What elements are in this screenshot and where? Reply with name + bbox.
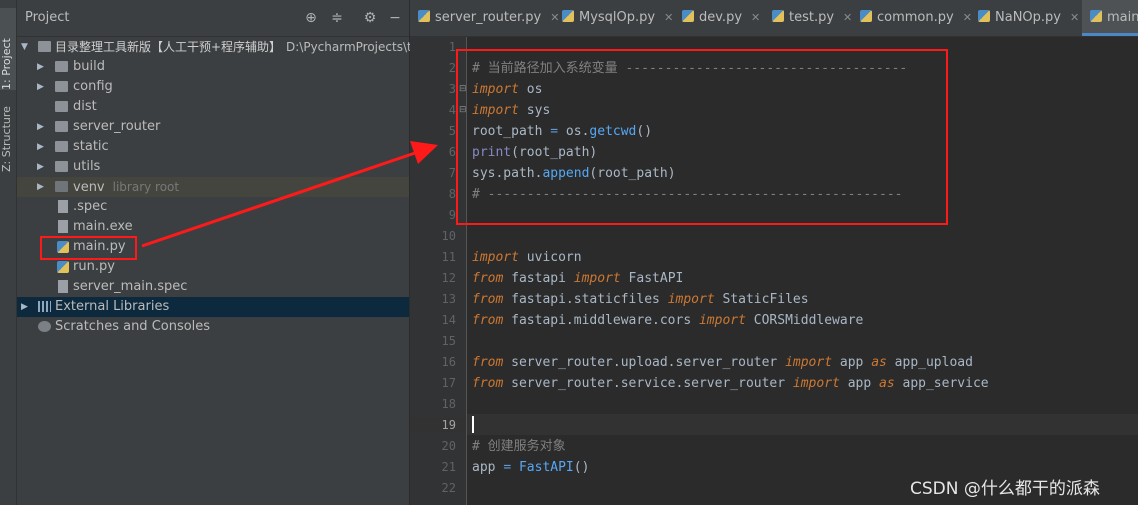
annotation-arrow — [141, 141, 438, 248]
annotation-arrow-head — [410, 141, 438, 164]
watermark: CSDN @什么都干的派森 — [910, 479, 1100, 499]
annotation-arrow-line — [141, 150, 419, 248]
